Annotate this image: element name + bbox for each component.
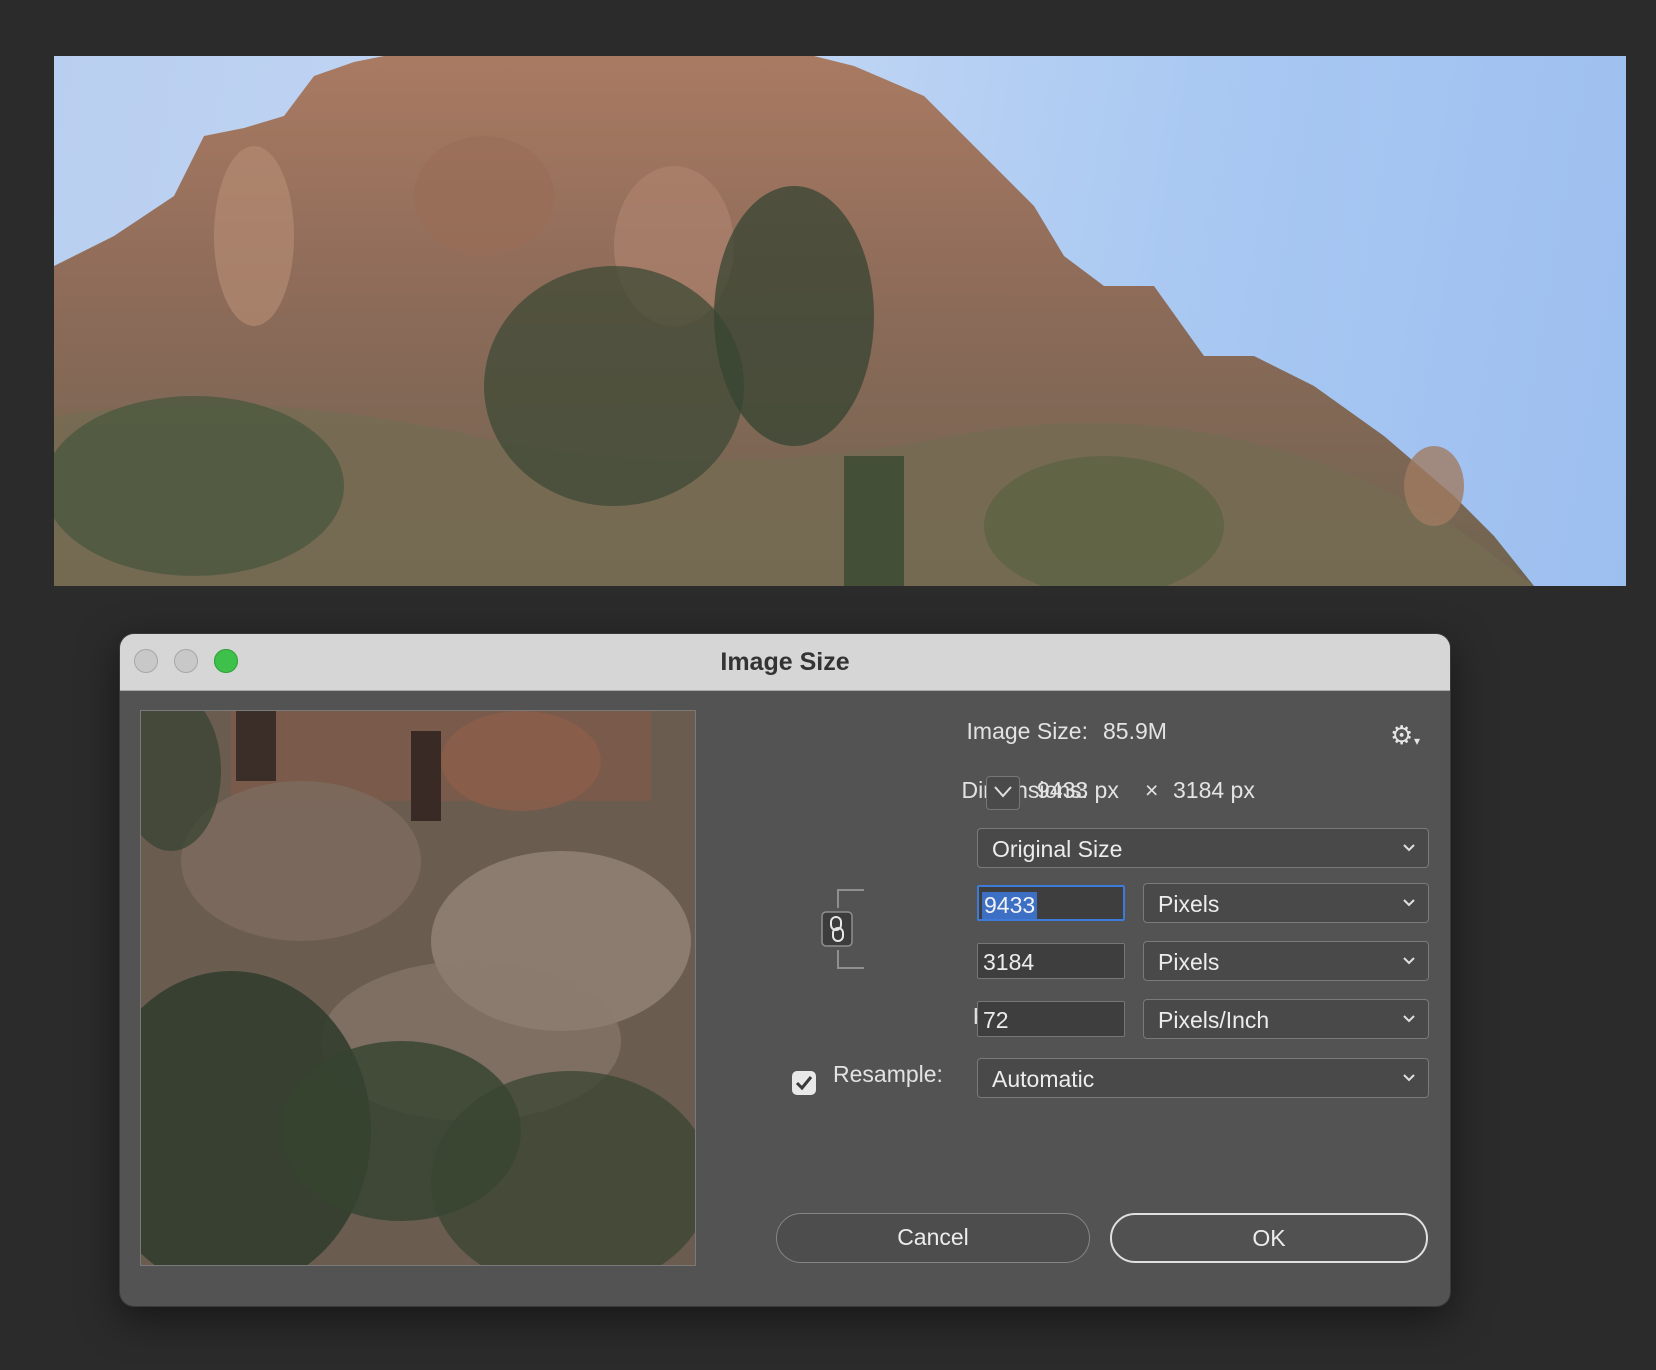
fit-to-value: Original Size <box>992 836 1123 862</box>
chevron-down-icon <box>1403 957 1415 965</box>
height-unit-select[interactable]: Pixels <box>1143 941 1429 981</box>
resample-select[interactable]: Automatic <box>977 1058 1429 1098</box>
gear-menu-caret-icon[interactable]: ▾ <box>1414 734 1420 748</box>
height-unit-value: Pixels <box>1158 949 1220 975</box>
resolution-unit-value: Pixels/Inch <box>1158 1007 1270 1033</box>
image-size-value: 85.9M <box>1103 718 1167 744</box>
dimensions-height-value: 3184 px <box>1173 777 1255 803</box>
dimensions-width-value: 9433 px <box>1037 777 1119 803</box>
ok-button[interactable]: OK <box>1110 1213 1428 1263</box>
cancel-button[interactable]: Cancel <box>776 1213 1090 1263</box>
chevron-down-icon <box>994 786 1012 798</box>
resolution-value: 72 <box>983 1007 1009 1033</box>
resample-label[interactable]: Resample: <box>833 1061 943 1088</box>
width-unit-select[interactable]: Pixels <box>1143 883 1429 923</box>
width-input[interactable]: 9433 <box>977 885 1125 921</box>
height-input[interactable]: 3184 <box>977 943 1125 979</box>
chevron-down-icon <box>1403 1074 1415 1082</box>
width-value: 9433 <box>982 892 1038 919</box>
gear-icon[interactable]: ⚙ <box>1390 722 1413 748</box>
dialog-titlebar[interactable]: Image Size <box>120 634 1450 691</box>
mountain-photo <box>54 56 1534 586</box>
resample-value: Automatic <box>992 1066 1095 1092</box>
chevron-down-icon <box>1403 899 1415 907</box>
height-value: 3184 <box>983 949 1035 975</box>
checkmark-icon <box>795 1076 813 1091</box>
preview-image <box>141 711 695 1265</box>
document-image <box>54 56 1626 586</box>
fit-to-select[interactable]: Original Size <box>977 828 1429 868</box>
dimensions-unit-toggle[interactable] <box>986 776 1020 810</box>
image-preview[interactable] <box>140 710 696 1266</box>
image-size-label: Image Size: <box>966 718 1088 744</box>
resolution-unit-select[interactable]: Pixels/Inch <box>1143 999 1429 1039</box>
dialog-title: Image Size <box>720 648 850 676</box>
image-size-dialog: Image Size Image Size: 85.9M ⚙ ▾ Dimensi… <box>120 634 1450 1306</box>
chevron-down-icon <box>1403 1015 1415 1023</box>
chevron-down-icon <box>1403 844 1415 852</box>
resolution-input[interactable]: 72 <box>977 1001 1125 1037</box>
dimensions-times-sign: × <box>1145 777 1159 803</box>
resample-checkbox[interactable] <box>792 1071 816 1095</box>
width-unit-value: Pixels <box>1158 891 1220 917</box>
